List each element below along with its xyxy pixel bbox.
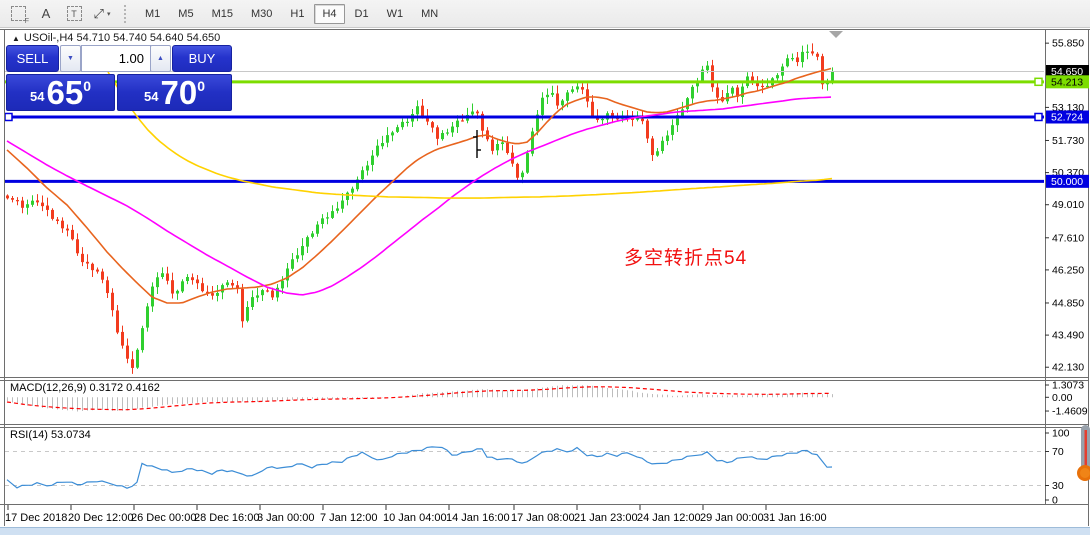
price-tick-label: 42.130 xyxy=(1052,362,1084,374)
one-click-trading-panel: SELL ▼ 1.00 ▲ BUY 54 65 0 54 70 0 xyxy=(5,45,233,111)
sell-price-prefix: 54 xyxy=(30,89,45,104)
time-tick-label: 26 Dec 00:00 xyxy=(131,512,196,524)
time-tick-label: 21 Jan 23:00 xyxy=(574,512,638,524)
sell-price-display[interactable]: 54 65 0 xyxy=(6,74,115,111)
time-tick-label: 31 Jan 16:00 xyxy=(763,512,827,524)
price-tick-label: 44.850 xyxy=(1052,297,1084,309)
time-tick-label: 10 Jan 04:00 xyxy=(383,512,447,524)
time-tick-label: 29 Jan 00:00 xyxy=(700,512,764,524)
rsi-label: RSI(14) 53.0734 xyxy=(10,429,91,441)
sell-button[interactable]: SELL xyxy=(6,45,59,72)
rsi-axis-label: 30 xyxy=(1052,480,1064,492)
hline-handle-right[interactable] xyxy=(1034,77,1043,87)
down-arrow-icon: ▼ xyxy=(67,55,74,62)
price-tick-label: 43.490 xyxy=(1052,330,1084,342)
time-tick-label: 17 Jan 08:00 xyxy=(511,512,575,524)
price-badge-label: 50.000 xyxy=(1051,176,1083,188)
sell-price-big: 65 xyxy=(46,74,84,112)
chart-title: ▲ USOil-,H4 54.710 54.740 54.640 54.650 xyxy=(12,32,220,44)
sell-price-sup: 0 xyxy=(83,78,91,94)
price-tick-label: 51.730 xyxy=(1052,135,1084,147)
time-tick-label: 14 Jan 16:00 xyxy=(446,512,510,524)
thermometer-icon xyxy=(1066,423,1090,485)
buy-price-sup: 0 xyxy=(197,78,205,94)
volume-input[interactable]: 1.00 xyxy=(81,45,151,72)
price-badge-label: 52.724 xyxy=(1051,111,1083,123)
chart-text-annotation[interactable]: 多空转折点54 xyxy=(624,243,747,270)
rsi-axis-label: 70 xyxy=(1052,446,1064,458)
price-badge-label: 54.213 xyxy=(1051,76,1083,88)
price-tick-label: 47.610 xyxy=(1052,232,1084,244)
status-strip xyxy=(0,527,1090,535)
volume-decrease-button[interactable]: ▼ xyxy=(60,45,81,72)
collapse-triangle-icon[interactable]: ▲ xyxy=(12,34,20,43)
time-tick-label: 20 Dec 12:00 xyxy=(68,512,133,524)
macd-axis-label: -1.4609 xyxy=(1052,406,1088,418)
hline-handle-right[interactable] xyxy=(1034,112,1043,122)
buy-price-display[interactable]: 54 70 0 xyxy=(117,74,232,111)
macd-label: MACD(12,26,9) 0.3172 0.4162 xyxy=(10,382,160,394)
rsi-axis-label: 0 xyxy=(1052,495,1058,507)
buy-price-big: 70 xyxy=(160,74,198,112)
time-tick-label: 24 Jan 12:00 xyxy=(637,512,701,524)
time-tick-label: 28 Dec 16:00 xyxy=(194,512,259,524)
buy-button[interactable]: BUY xyxy=(172,45,232,72)
macd-axis-label: 0.00 xyxy=(1052,392,1073,404)
up-arrow-icon: ▲ xyxy=(157,55,164,62)
price-tick-label: 55.850 xyxy=(1052,38,1084,50)
time-tick-label: 7 Jan 12:00 xyxy=(320,512,378,524)
time-tick-label: 17 Dec 2018 xyxy=(5,512,67,524)
price-tick-label: 49.010 xyxy=(1052,199,1084,211)
macd-axis-label: 1.3073 xyxy=(1052,380,1084,392)
buy-price-prefix: 54 xyxy=(144,89,159,104)
chart-title-text: USOil-,H4 54.710 54.740 54.640 54.650 xyxy=(23,32,221,44)
time-tick-label: 3 Jan 00:00 xyxy=(257,512,315,524)
hline-handle-left[interactable] xyxy=(4,112,13,122)
price-tick-label: 46.250 xyxy=(1052,264,1084,276)
volume-increase-button[interactable]: ▲ xyxy=(150,45,171,72)
